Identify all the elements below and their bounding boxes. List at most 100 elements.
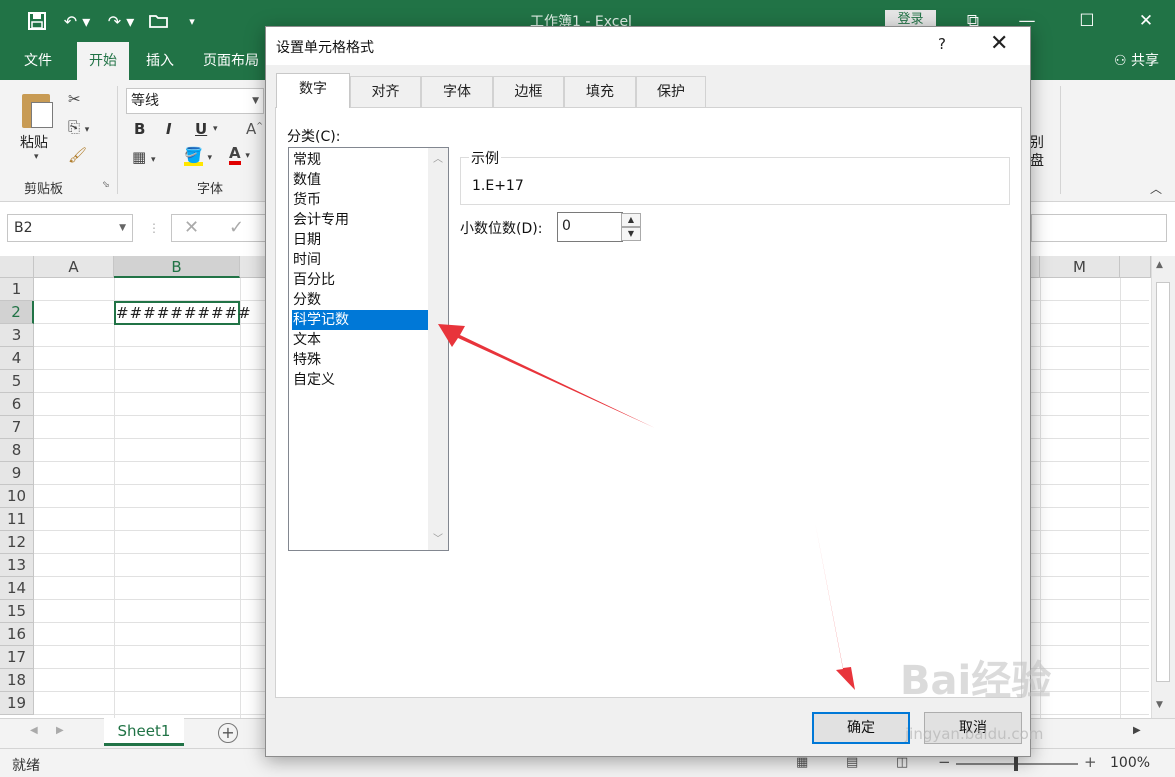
ok-button[interactable]: 确定 bbox=[812, 712, 910, 744]
save-icon[interactable] bbox=[24, 8, 50, 34]
customize-qat-icon[interactable]: ▾ bbox=[184, 8, 200, 34]
row-header[interactable]: 16 bbox=[0, 623, 34, 646]
close-icon[interactable]: ✕ bbox=[990, 31, 1008, 56]
tab-font[interactable]: 字体 bbox=[421, 76, 493, 107]
category-percentage[interactable]: 百分比 bbox=[292, 270, 428, 290]
category-currency[interactable]: 货币 bbox=[292, 190, 428, 210]
tab-fill[interactable]: 填充 bbox=[564, 76, 636, 107]
scrollbar-thumb[interactable] bbox=[1156, 282, 1170, 682]
zoom-level[interactable]: 100% bbox=[1110, 755, 1150, 771]
select-all-corner[interactable] bbox=[0, 256, 34, 278]
redo-icon[interactable]: ↷ ▾ bbox=[102, 8, 140, 34]
prev-sheet-icon[interactable]: ◀ bbox=[30, 725, 38, 736]
help-button[interactable]: ? bbox=[938, 35, 946, 53]
increase-font-icon[interactable]: A^ bbox=[246, 120, 263, 138]
formula-input[interactable] bbox=[171, 214, 266, 242]
row-header[interactable]: 17 bbox=[0, 646, 34, 669]
share-button[interactable]: ⚇ 共享 bbox=[1114, 42, 1159, 80]
tab-insert[interactable]: 插入 bbox=[134, 42, 186, 80]
undo-icon[interactable]: ↶ ▾ bbox=[58, 8, 96, 34]
row-header[interactable]: 15 bbox=[0, 600, 34, 623]
underline-dropdown-icon[interactable]: ▾ bbox=[213, 124, 218, 134]
page-break-view-icon[interactable]: ◫ bbox=[896, 755, 908, 770]
spin-down-icon[interactable]: ▼ bbox=[621, 227, 641, 241]
row-header[interactable]: 11 bbox=[0, 508, 34, 531]
category-date[interactable]: 日期 bbox=[292, 230, 428, 250]
tab-home[interactable]: 开始 bbox=[77, 42, 129, 80]
close-window-icon[interactable]: ✕ bbox=[1131, 8, 1161, 34]
row-header[interactable]: 10 bbox=[0, 485, 34, 508]
cut-icon[interactable]: ✂ bbox=[68, 90, 81, 108]
category-accounting[interactable]: 会计专用 bbox=[292, 210, 428, 230]
name-box[interactable]: B2 ▼ bbox=[7, 214, 133, 242]
column-header[interactable] bbox=[1031, 256, 1040, 278]
category-time[interactable]: 时间 bbox=[292, 250, 428, 270]
collapse-ribbon-icon[interactable]: ︿ bbox=[1150, 180, 1162, 197]
decimal-places-input[interactable]: 0 bbox=[557, 212, 623, 242]
row-header[interactable]: 9 bbox=[0, 462, 34, 485]
row-header[interactable]: 4 bbox=[0, 347, 34, 370]
sheet-tab-sheet1[interactable]: Sheet1 bbox=[104, 718, 184, 746]
active-cell-b2[interactable]: ########## bbox=[114, 301, 251, 325]
column-header[interactable] bbox=[1120, 256, 1151, 278]
row-header[interactable]: 5 bbox=[0, 370, 34, 393]
row-header[interactable]: 18 bbox=[0, 669, 34, 692]
row-header[interactable]: 1 bbox=[0, 278, 34, 301]
spin-up-icon[interactable]: ▲ bbox=[621, 213, 641, 227]
scroll-up-icon[interactable]: ▲ bbox=[1156, 260, 1163, 270]
tab-border[interactable]: 边框 bbox=[493, 76, 564, 107]
row-header[interactable]: 2 bbox=[0, 301, 34, 324]
category-scrollbar[interactable]: ︿ ﹀ bbox=[428, 148, 448, 550]
borders-icon[interactable]: ▦ ▾ bbox=[132, 148, 155, 166]
formula-input-end[interactable] bbox=[1031, 214, 1167, 242]
normal-view-icon[interactable]: ▦ bbox=[796, 755, 808, 770]
chevron-up-icon[interactable]: ︿ bbox=[433, 150, 443, 165]
category-scientific[interactable]: 科学记数 bbox=[292, 310, 428, 330]
column-header-a[interactable]: A bbox=[34, 256, 114, 278]
zoom-in-icon[interactable]: + bbox=[1084, 753, 1097, 771]
row-header[interactable]: 13 bbox=[0, 554, 34, 577]
maximize-icon[interactable]: ☐ bbox=[1072, 8, 1102, 34]
category-list[interactable]: 常规 数值 货币 会计专用 日期 时间 百分比 分数 科学记数 文本 特殊 自定… bbox=[288, 147, 449, 551]
paste-dropdown-icon[interactable]: ▾ bbox=[34, 152, 39, 162]
bold-button[interactable]: B bbox=[134, 120, 145, 138]
row-header[interactable]: 19 bbox=[0, 692, 34, 715]
zoom-slider-thumb[interactable] bbox=[1014, 756, 1018, 771]
category-fraction[interactable]: 分数 bbox=[292, 290, 428, 310]
underline-button[interactable]: U bbox=[195, 120, 207, 138]
vertical-scrollbar[interactable]: ▲ ▼ bbox=[1151, 256, 1175, 718]
row-header[interactable]: 3 bbox=[0, 324, 34, 347]
column-header-m[interactable]: M bbox=[1040, 256, 1120, 278]
copy-icon[interactable]: ⎘ ▾ bbox=[68, 118, 89, 136]
row-header[interactable]: 8 bbox=[0, 439, 34, 462]
font-color-icon[interactable]: A ▾ bbox=[229, 144, 250, 165]
row-header[interactable]: 7 bbox=[0, 416, 34, 439]
column-header-b[interactable]: B bbox=[114, 256, 240, 278]
row-header[interactable]: 14 bbox=[0, 577, 34, 600]
scroll-down-icon[interactable]: ▼ bbox=[1156, 700, 1163, 710]
tab-alignment[interactable]: 对齐 bbox=[350, 76, 421, 107]
chevron-down-icon[interactable]: ﹀ bbox=[433, 530, 443, 545]
category-custom[interactable]: 自定义 bbox=[292, 370, 428, 390]
row-header[interactable]: 6 bbox=[0, 393, 34, 416]
sample-value: 1.E+17 bbox=[472, 178, 524, 194]
tab-number[interactable]: 数字 bbox=[276, 73, 350, 108]
fill-color-icon[interactable]: 🪣 ▾ bbox=[184, 146, 212, 166]
tab-file[interactable]: 文件 bbox=[12, 42, 64, 80]
clipboard-launcher-icon[interactable]: ⬂ bbox=[102, 180, 110, 190]
row-header[interactable]: 12 bbox=[0, 531, 34, 554]
category-number[interactable]: 数值 bbox=[292, 170, 428, 190]
format-painter-icon[interactable]: 🖌 bbox=[68, 146, 87, 164]
tab-page-layout[interactable]: 页面布局 bbox=[191, 42, 271, 80]
category-special[interactable]: 特殊 bbox=[292, 350, 428, 370]
add-sheet-icon[interactable]: + bbox=[218, 723, 238, 743]
next-sheet-icon[interactable]: ▶ bbox=[56, 725, 64, 736]
category-general[interactable]: 常规 bbox=[292, 150, 428, 170]
tab-protection[interactable]: 保护 bbox=[636, 76, 706, 107]
italic-button[interactable]: I bbox=[166, 120, 172, 138]
category-text[interactable]: 文本 bbox=[292, 330, 428, 350]
page-layout-view-icon[interactable]: ▤ bbox=[846, 755, 858, 770]
font-name-combo[interactable]: 等线 ▼ bbox=[126, 88, 264, 114]
open-folder-icon[interactable] bbox=[146, 8, 172, 34]
scroll-right-icon[interactable]: ▶ bbox=[1133, 725, 1141, 736]
